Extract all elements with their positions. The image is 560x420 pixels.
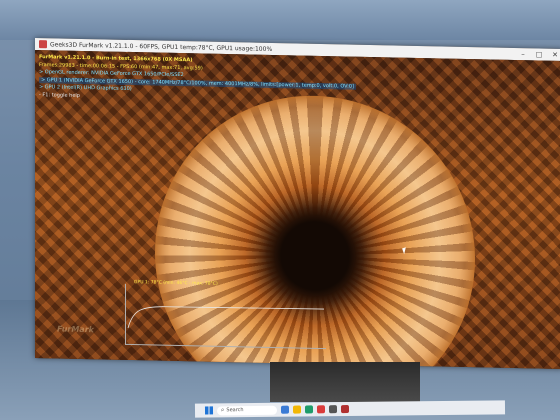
file-explorer-icon[interactable] (292, 405, 302, 414)
window-controls: – □ ✕ (515, 48, 560, 61)
temperature-graph: GPU 1: 78°C (min: 46°C - max: 78°C) (125, 280, 326, 350)
maximize-button[interactable]: □ (531, 48, 547, 60)
task-view-icon[interactable] (280, 405, 290, 414)
furmark-app-icon (39, 40, 47, 49)
stats-overlay: FurMark v1.21.1.0 - Burn-in test, 1366x7… (39, 54, 356, 106)
temperature-curve (127, 306, 325, 329)
search-icon: ⌕ (220, 406, 225, 414)
store-icon[interactable] (316, 405, 326, 414)
search-placeholder: Search (226, 407, 244, 414)
furmark-logo: FurMark (57, 324, 94, 335)
edge-browser-icon[interactable] (304, 405, 314, 414)
app-icon[interactable] (328, 405, 338, 414)
start-icon[interactable] (204, 406, 214, 415)
minimize-button[interactable]: – (515, 48, 531, 60)
furmark-taskbar-icon[interactable] (340, 405, 350, 414)
close-button[interactable]: ✕ (547, 49, 560, 61)
monitor-stand (270, 362, 420, 402)
render-viewport[interactable]: FurMark v1.21.1.0 - Burn-in test, 1366x7… (35, 50, 560, 370)
background-sky (0, 0, 560, 40)
search-input[interactable]: ⌕ Search (216, 405, 278, 415)
furmark-window[interactable]: Geeks3D FurMark v1.21.1.0 - 60FPS, GPU1 … (35, 38, 560, 370)
temperature-line (127, 306, 325, 329)
